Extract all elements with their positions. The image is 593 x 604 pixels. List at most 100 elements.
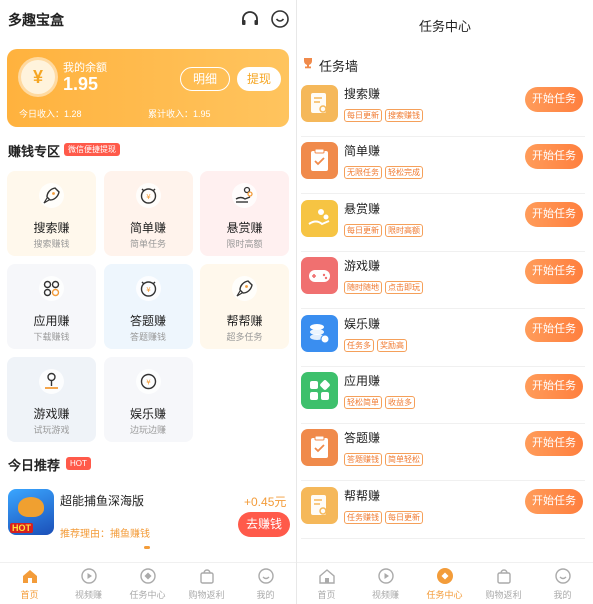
earn-grid-item[interactable]: 悬赏赚 限时高额 (200, 171, 289, 256)
earn-grid-item-sub: 搜索赚钱 (33, 239, 70, 249)
task-tag: 每日更新 (344, 223, 382, 237)
tab-play[interactable]: 视频赚 (59, 567, 118, 601)
start-task-button[interactable]: 开始任务 (525, 431, 583, 457)
task-tag: 任务赚钱 (344, 510, 382, 524)
clipboard-check-icon (301, 429, 338, 467)
task-row: 应用赚 轻松简单 收益多 开始任务 (297, 367, 593, 424)
start-task-button[interactable]: 开始任务 (525, 374, 583, 399)
task-row: 答题赚 答题赚钱 简单轻松 开始任务 (297, 424, 593, 482)
tab-smile[interactable]: 我的 (236, 567, 295, 601)
earn-grid-item[interactable]: ¥ 简单赚 简单任务 (103, 171, 193, 256)
tab-play[interactable]: 视频赚 (356, 567, 415, 601)
tab-shopping-bag[interactable]: 购物返利 (177, 567, 236, 601)
game-reward: +0.45元 (244, 495, 287, 509)
task-row: 娱乐赚任务多 奖励高 开始任务 (297, 310, 593, 367)
tab-task[interactable]: 任务中心 (118, 567, 177, 601)
task-name: 游戏赚 (344, 259, 381, 274)
carousel-indicator (144, 546, 150, 549)
trophy-icon (304, 58, 312, 69)
svg-text:¥: ¥ (146, 379, 151, 387)
hand-coins-icon (232, 183, 257, 208)
earn-grid-item-name: 娱乐赚 (129, 407, 166, 421)
tab-label: 任务中心 (129, 590, 166, 600)
earn-grid-item[interactable]: 游戏赚 试玩游戏 (7, 357, 96, 442)
task-row: 搜索赚 每日更新 搜索赚钱 开始任务 (297, 80, 593, 137)
smile-icon (554, 567, 572, 585)
task-tag: 奖励高 (377, 338, 407, 352)
tab-task[interactable]: 任务中心 (415, 567, 474, 601)
earn-grid-item[interactable]: 应用赚 下载赚钱 (7, 264, 96, 349)
task-name: 悬赏赚 (344, 201, 381, 216)
headset-icon[interactable] (240, 9, 260, 29)
start-task-button[interactable]: 开始任务 (525, 201, 583, 227)
fishing-game-image: HOT (8, 489, 54, 535)
bottom-tab-bar: 首页 视频赚 任务中心 购物返利 我的 (0, 562, 296, 604)
tab-home[interactable]: 首页 (297, 567, 356, 601)
apps-icon (39, 276, 64, 301)
balance-value: 1.95 (63, 74, 99, 94)
earn-grid-item[interactable]: ¥ 娱乐赚 边玩边赚 (103, 357, 193, 442)
balance-label: 我的余额 (63, 62, 107, 74)
task-tag: 随时随地 (344, 281, 382, 295)
start-task-button[interactable]: 开始任务 (525, 316, 583, 342)
earn-grid-item-name: 搜索赚 (33, 221, 70, 235)
tab-label: 任务中心 (426, 590, 463, 600)
app-title: 多趣宝盒 (8, 12, 64, 28)
tab-home[interactable]: 首页 (0, 567, 59, 601)
gamepad-icon (301, 257, 338, 295)
task-name: 帮帮赚 (344, 488, 381, 503)
task-center-header: 任务中心 (297, 0, 593, 46)
task-row: 帮帮赚 任务赚钱 每日更新 开始任务 (297, 482, 593, 539)
game-name: 超能捕鱼深海版 (60, 494, 145, 508)
earn-grid-item[interactable]: 搜索赚 搜索赚钱 (7, 171, 96, 256)
smile-icon (257, 567, 275, 585)
tab-shopping-bag[interactable]: 购物返利 (474, 567, 533, 601)
withdraw-button[interactable]: 提现 (237, 67, 281, 91)
earn-grid-item[interactable]: 帮帮赚 超多任务 (200, 264, 289, 349)
search-doc-icon (301, 486, 338, 524)
task-wall-title: 任务墙 (319, 59, 359, 74)
coin-stack-icon (301, 314, 338, 352)
yuan-coin-icon: ¥ (21, 60, 55, 94)
earn-grid-item-name: 悬赏赚 (226, 221, 263, 235)
today-recommend-title: 今日推荐 (8, 458, 61, 473)
tab-label: 我的 (553, 590, 572, 600)
tab-smile[interactable]: 我的 (533, 567, 592, 601)
home-header: 多趣宝盒 (0, 0, 296, 40)
earn-grid-item-sub: 下载赚钱 (33, 332, 70, 342)
task-name: 搜索赚 (344, 87, 381, 101)
task-tags: 任务多 奖励高 (344, 335, 410, 353)
smile-icon[interactable] (270, 9, 290, 29)
go-earn-button[interactable]: 去赚钱 (238, 512, 290, 537)
task-name: 娱乐赚 (344, 316, 381, 331)
task-tag: 限时高额 (385, 223, 423, 237)
task-row: 悬赏赚每日更新 限时高额 开始任务 (297, 195, 593, 252)
play-icon (80, 567, 98, 585)
game-hot-badge: HOT (10, 523, 33, 533)
hand-coins-icon (301, 199, 338, 237)
task-tags: 无限任务 轻松完成 (344, 162, 426, 180)
earn-grid-item-sub: 答题赚钱 (129, 332, 166, 342)
bottom-tab-bar: 首页 视频赚 任务中心 购物返利 我的 (297, 562, 593, 604)
task-tag: 点击即玩 (385, 281, 423, 295)
earn-grid-item[interactable]: ¥ 答题赚 答题赚钱 (103, 264, 193, 349)
home-icon (21, 567, 39, 585)
start-task-button[interactable]: 开始任务 (525, 488, 583, 514)
task-icon (436, 567, 454, 585)
start-task-button[interactable]: 开始任务 (525, 144, 583, 170)
balance-card: ¥ 我的余额 1.95 明细 提现 今日收入：1.28 累计收入：1.95 (7, 49, 289, 127)
home-screen: 多趣宝盒 ¥ 我的余额 1.95 明细 提现 今日收入：1.28 累计收入：1.… (0, 0, 296, 604)
coin-clock-icon: ¥ (135, 276, 161, 301)
tab-label: 视频赚 (371, 590, 399, 600)
tab-label: 购物返利 (188, 590, 225, 600)
task-tag: 轻松完成 (385, 166, 423, 180)
hot-tag: HOT (66, 457, 91, 470)
total-income: 累计收入：1.95 (148, 109, 211, 119)
start-task-button[interactable]: 开始任务 (525, 87, 583, 112)
rocket-icon (39, 183, 64, 208)
play-icon (377, 567, 395, 585)
detail-button[interactable]: 明细 (180, 67, 230, 91)
task-icon (139, 567, 157, 585)
earn-grid-item-sub: 限时高额 (226, 239, 263, 249)
start-task-button[interactable]: 开始任务 (525, 259, 583, 285)
